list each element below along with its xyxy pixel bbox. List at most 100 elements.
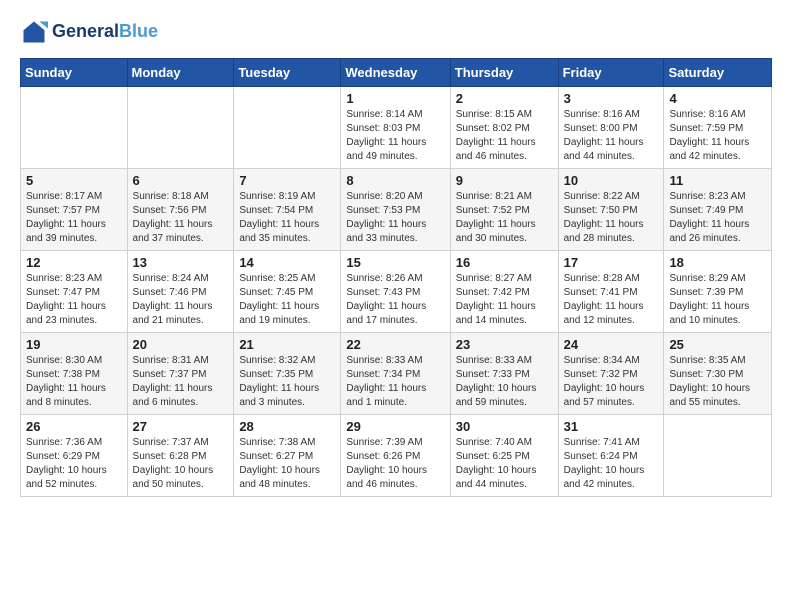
day-number: 25: [669, 337, 766, 352]
calendar-cell: 2 Sunrise: 8:15 AM Sunset: 8:02 PM Daylig…: [450, 87, 558, 169]
day-info: Sunrise: 7:40 AM Sunset: 6:25 PM Dayligh…: [456, 436, 553, 492]
calendar-cell: [21, 87, 128, 169]
day-number: 7: [239, 173, 335, 188]
weekday-header-sunday: Sunday: [21, 59, 128, 87]
day-number: 14: [239, 255, 335, 270]
day-number: 8: [346, 173, 444, 188]
calendar-cell: 17 Sunrise: 8:28 AM Sunset: 7:41 PM Dayli…: [558, 251, 664, 333]
day-info: Sunrise: 8:23 AM Sunset: 7:49 PM Dayligh…: [669, 190, 766, 246]
weekday-header-friday: Friday: [558, 59, 664, 87]
day-number: 18: [669, 255, 766, 270]
calendar-cell: 31 Sunrise: 7:41 AM Sunset: 6:24 PM Dayli…: [558, 415, 664, 497]
calendar-cell: [664, 415, 772, 497]
day-number: 24: [564, 337, 659, 352]
calendar-cell: 18 Sunrise: 8:29 AM Sunset: 7:39 PM Dayli…: [664, 251, 772, 333]
day-info: Sunrise: 8:32 AM Sunset: 7:35 PM Dayligh…: [239, 354, 335, 410]
day-info: Sunrise: 8:29 AM Sunset: 7:39 PM Dayligh…: [669, 272, 766, 328]
day-number: 13: [133, 255, 229, 270]
day-info: Sunrise: 7:39 AM Sunset: 6:26 PM Dayligh…: [346, 436, 444, 492]
day-info: Sunrise: 8:16 AM Sunset: 7:59 PM Dayligh…: [669, 108, 766, 164]
calendar-cell: [234, 87, 341, 169]
day-info: Sunrise: 7:41 AM Sunset: 6:24 PM Dayligh…: [564, 436, 659, 492]
logo-icon: [20, 18, 48, 46]
calendar-cell: 23 Sunrise: 8:33 AM Sunset: 7:33 PM Dayli…: [450, 333, 558, 415]
day-info: Sunrise: 8:15 AM Sunset: 8:02 PM Dayligh…: [456, 108, 553, 164]
calendar-cell: 25 Sunrise: 8:35 AM Sunset: 7:30 PM Dayli…: [664, 333, 772, 415]
calendar-cell: 7 Sunrise: 8:19 AM Sunset: 7:54 PM Daylig…: [234, 169, 341, 251]
day-number: 19: [26, 337, 122, 352]
day-info: Sunrise: 7:38 AM Sunset: 6:27 PM Dayligh…: [239, 436, 335, 492]
calendar-week-4: 19 Sunrise: 8:30 AM Sunset: 7:38 PM Dayli…: [21, 333, 772, 415]
day-info: Sunrise: 8:33 AM Sunset: 7:34 PM Dayligh…: [346, 354, 444, 410]
day-number: 4: [669, 91, 766, 106]
calendar-cell: 26 Sunrise: 7:36 AM Sunset: 6:29 PM Dayli…: [21, 415, 128, 497]
calendar-cell: 14 Sunrise: 8:25 AM Sunset: 7:45 PM Dayli…: [234, 251, 341, 333]
day-info: Sunrise: 8:22 AM Sunset: 7:50 PM Dayligh…: [564, 190, 659, 246]
day-info: Sunrise: 8:14 AM Sunset: 8:03 PM Dayligh…: [346, 108, 444, 164]
day-number: 6: [133, 173, 229, 188]
calendar-week-2: 5Sunrise: 8:17 AM Sunset: 7:57 PM Daylig…: [21, 169, 772, 251]
day-number: 31: [564, 419, 659, 434]
day-number: 21: [239, 337, 335, 352]
day-info: Sunrise: 8:33 AM Sunset: 7:33 PM Dayligh…: [456, 354, 553, 410]
day-number: 9: [456, 173, 553, 188]
calendar-week-1: 1 Sunrise: 8:14 AM Sunset: 8:03 PM Daylig…: [21, 87, 772, 169]
weekday-header-monday: Monday: [127, 59, 234, 87]
calendar-cell: 11Sunrise: 8:23 AM Sunset: 7:49 PM Dayli…: [664, 169, 772, 251]
day-number: 15: [346, 255, 444, 270]
calendar-table: SundayMondayTuesdayWednesdayThursdayFrid…: [20, 58, 772, 497]
day-info: Sunrise: 8:23 AM Sunset: 7:47 PM Dayligh…: [26, 272, 122, 328]
calendar-cell: 22 Sunrise: 8:33 AM Sunset: 7:34 PM Dayli…: [341, 333, 450, 415]
weekday-header-row: SundayMondayTuesdayWednesdayThursdayFrid…: [21, 59, 772, 87]
day-number: 27: [133, 419, 229, 434]
day-number: 17: [564, 255, 659, 270]
calendar-cell: 13 Sunrise: 8:24 AM Sunset: 7:46 PM Dayli…: [127, 251, 234, 333]
day-info: Sunrise: 8:26 AM Sunset: 7:43 PM Dayligh…: [346, 272, 444, 328]
calendar-cell: 27 Sunrise: 7:37 AM Sunset: 6:28 PM Dayli…: [127, 415, 234, 497]
day-info: Sunrise: 8:30 AM Sunset: 7:38 PM Dayligh…: [26, 354, 122, 410]
day-info: Sunrise: 8:19 AM Sunset: 7:54 PM Dayligh…: [239, 190, 335, 246]
calendar-cell: 28 Sunrise: 7:38 AM Sunset: 6:27 PM Dayli…: [234, 415, 341, 497]
calendar-cell: 12Sunrise: 8:23 AM Sunset: 7:47 PM Dayli…: [21, 251, 128, 333]
calendar-cell: 3Sunrise: 8:16 AM Sunset: 8:00 PM Daylig…: [558, 87, 664, 169]
day-info: Sunrise: 8:25 AM Sunset: 7:45 PM Dayligh…: [239, 272, 335, 328]
logo: GeneralBlue: [20, 18, 158, 46]
calendar-cell: 16Sunrise: 8:27 AM Sunset: 7:42 PM Dayli…: [450, 251, 558, 333]
day-number: 20: [133, 337, 229, 352]
calendar-cell: 30 Sunrise: 7:40 AM Sunset: 6:25 PM Dayli…: [450, 415, 558, 497]
logo-text: GeneralBlue: [52, 22, 158, 42]
day-info: Sunrise: 8:35 AM Sunset: 7:30 PM Dayligh…: [669, 354, 766, 410]
calendar-cell: 21 Sunrise: 8:32 AM Sunset: 7:35 PM Dayli…: [234, 333, 341, 415]
day-info: Sunrise: 8:28 AM Sunset: 7:41 PM Dayligh…: [564, 272, 659, 328]
calendar-cell: 10Sunrise: 8:22 AM Sunset: 7:50 PM Dayli…: [558, 169, 664, 251]
day-number: 28: [239, 419, 335, 434]
weekday-header-wednesday: Wednesday: [341, 59, 450, 87]
day-number: 16: [456, 255, 553, 270]
calendar-week-5: 26 Sunrise: 7:36 AM Sunset: 6:29 PM Dayli…: [21, 415, 772, 497]
day-info: Sunrise: 8:34 AM Sunset: 7:32 PM Dayligh…: [564, 354, 659, 410]
day-info: Sunrise: 8:18 AM Sunset: 7:56 PM Dayligh…: [133, 190, 229, 246]
weekday-header-tuesday: Tuesday: [234, 59, 341, 87]
day-number: 26: [26, 419, 122, 434]
calendar-cell: 5Sunrise: 8:17 AM Sunset: 7:57 PM Daylig…: [21, 169, 128, 251]
day-number: 23: [456, 337, 553, 352]
day-number: 1: [346, 91, 444, 106]
calendar-cell: 20 Sunrise: 8:31 AM Sunset: 7:37 PM Dayli…: [127, 333, 234, 415]
calendar-cell: 6 Sunrise: 8:18 AM Sunset: 7:56 PM Daylig…: [127, 169, 234, 251]
calendar-cell: 9Sunrise: 8:21 AM Sunset: 7:52 PM Daylig…: [450, 169, 558, 251]
day-info: Sunrise: 7:36 AM Sunset: 6:29 PM Dayligh…: [26, 436, 122, 492]
day-info: Sunrise: 7:37 AM Sunset: 6:28 PM Dayligh…: [133, 436, 229, 492]
page: GeneralBlue SundayMondayTuesdayWednesday…: [0, 0, 792, 612]
calendar-cell: 4 Sunrise: 8:16 AM Sunset: 7:59 PM Daylig…: [664, 87, 772, 169]
day-info: Sunrise: 8:24 AM Sunset: 7:46 PM Dayligh…: [133, 272, 229, 328]
calendar-cell: 24 Sunrise: 8:34 AM Sunset: 7:32 PM Dayli…: [558, 333, 664, 415]
day-number: 30: [456, 419, 553, 434]
day-number: 22: [346, 337, 444, 352]
day-number: 29: [346, 419, 444, 434]
calendar-week-3: 12Sunrise: 8:23 AM Sunset: 7:47 PM Dayli…: [21, 251, 772, 333]
day-info: Sunrise: 8:17 AM Sunset: 7:57 PM Dayligh…: [26, 190, 122, 246]
calendar-cell: 19 Sunrise: 8:30 AM Sunset: 7:38 PM Dayli…: [21, 333, 128, 415]
header: GeneralBlue: [20, 18, 772, 46]
day-number: 2: [456, 91, 553, 106]
day-info: Sunrise: 8:31 AM Sunset: 7:37 PM Dayligh…: [133, 354, 229, 410]
